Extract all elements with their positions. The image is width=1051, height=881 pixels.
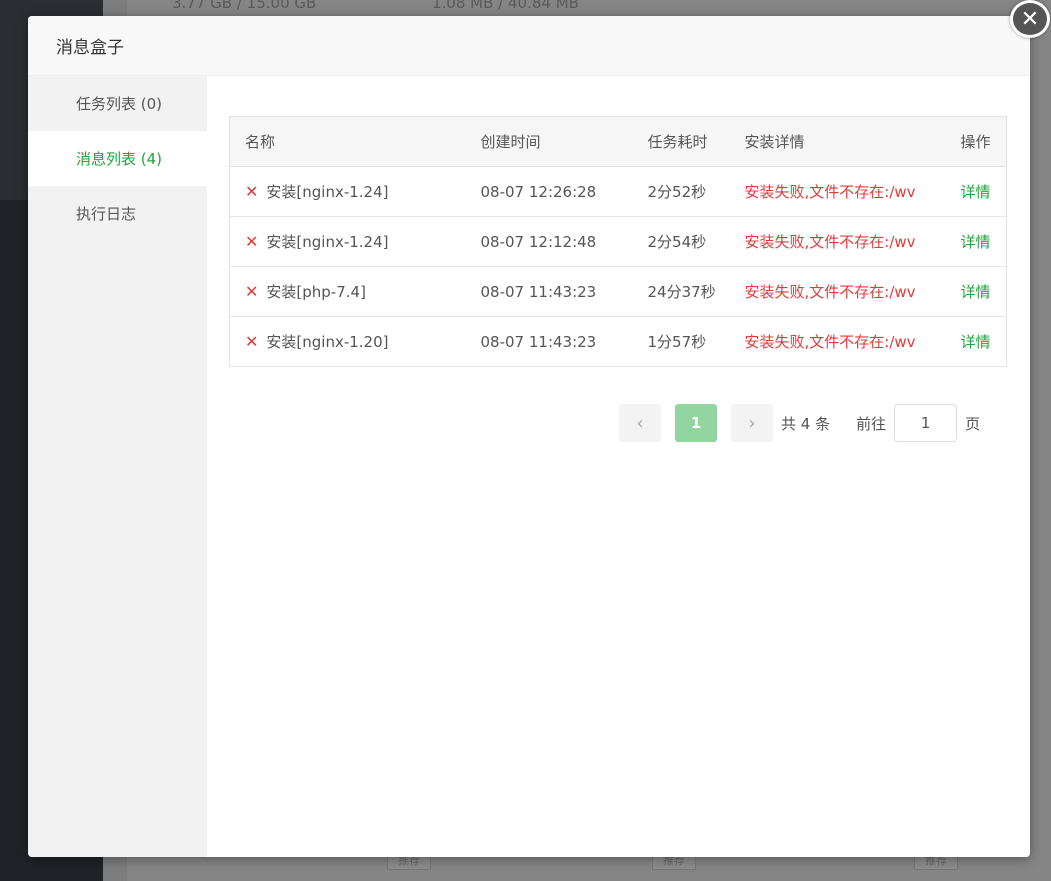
- background-disk-usage: 3.77 GB / 15.00 GB: [172, 0, 317, 12]
- task-name: 安装[nginx-1.24]: [266, 233, 389, 251]
- cell-duration: 24分37秒: [647, 283, 716, 301]
- cell-created-time: 08-07 11:43:23: [480, 332, 597, 351]
- cell-created-time: 08-07 11:43:23: [480, 282, 597, 301]
- cell-detail: 安装失败,文件不存在:/wv: [744, 233, 916, 251]
- column-header-duration: 任务耗时: [632, 116, 730, 167]
- task-name: 安装[php-7.4]: [266, 283, 366, 301]
- modal-title: 消息盒子: [56, 38, 124, 58]
- cell-name: ✕ 安装[php-7.4]: [230, 267, 466, 317]
- total-count: 共 4 条: [781, 414, 831, 433]
- chevron-right-icon: ›: [748, 412, 756, 434]
- page-number-button[interactable]: 1: [675, 404, 717, 442]
- fail-x-icon: ✕: [245, 232, 259, 251]
- menu-item-label: 执行日志: [76, 205, 137, 223]
- table-row: ✕ 安装[nginx-1.20] 08-07 11:43:23 1分57秒 安装失…: [229, 317, 1007, 367]
- cell-detail: 安装失败,文件不存在:/wv: [744, 333, 916, 351]
- detail-link[interactable]: 详情: [946, 317, 1007, 367]
- close-button[interactable]: ✕: [1010, 0, 1050, 38]
- side-menu: 任务列表 (0) 消息列表 (4) 执行日志: [28, 76, 207, 857]
- page-unit-label: 页: [965, 414, 981, 433]
- message-table: 名称 创建时间 任务耗时 安装详情 操作 ✕ 安装[nginx-1.24] 08-…: [229, 116, 1007, 367]
- fail-x-icon: ✕: [245, 282, 259, 301]
- fail-x-icon: ✕: [245, 182, 259, 201]
- cell-detail: 安装失败,文件不存在:/wv: [744, 283, 916, 301]
- column-header-created-time: 创建时间: [465, 116, 633, 167]
- column-header-action: 操作: [945, 116, 1007, 167]
- background-memory-usage: 1.08 MB / 40.84 MB: [432, 0, 579, 12]
- cell-created-time: 08-07 12:26:28: [480, 182, 597, 201]
- table-header-row: 名称 创建时间 任务耗时 安装详情 操作: [229, 116, 1007, 167]
- goto-label: 前往: [856, 414, 887, 433]
- menu-item-label: 任务列表 (0): [76, 95, 163, 113]
- menu-item-label: 消息列表 (4): [76, 150, 163, 168]
- menu-item-exec-log[interactable]: 执行日志: [28, 186, 207, 241]
- pagination: ‹ 1 › 共 4 条 前往 页: [619, 404, 980, 442]
- prev-page-button[interactable]: ‹: [619, 404, 661, 442]
- detail-link[interactable]: 详情: [946, 267, 1007, 317]
- fail-x-icon: ✕: [245, 332, 259, 351]
- next-page-button[interactable]: ›: [731, 404, 773, 442]
- cell-duration: 2分54秒: [647, 233, 707, 251]
- cell-created-time: 08-07 12:12:48: [480, 232, 597, 251]
- task-name: 安装[nginx-1.24]: [266, 183, 389, 201]
- close-icon: ✕: [1020, 6, 1040, 32]
- message-box-modal: 消息盒子 任务列表 (0) 消息列表 (4) 执行日志 名称 创建时间 任务耗时…: [28, 16, 1030, 857]
- detail-link[interactable]: 详情: [946, 217, 1007, 267]
- cell-detail: 安装失败,文件不存在:/wv: [744, 183, 916, 201]
- task-name: 安装[nginx-1.20]: [266, 333, 389, 351]
- menu-item-task-list[interactable]: 任务列表 (0): [28, 76, 207, 131]
- cell-duration: 1分57秒: [647, 333, 707, 351]
- cell-name: ✕ 安装[nginx-1.24]: [230, 167, 466, 217]
- menu-item-message-list[interactable]: 消息列表 (4): [28, 131, 207, 186]
- cell-name: ✕ 安装[nginx-1.20]: [230, 317, 466, 367]
- table-row: ✕ 安装[nginx-1.24] 08-07 12:12:48 2分54秒 安装失…: [229, 217, 1007, 267]
- cell-duration: 2分52秒: [647, 183, 707, 201]
- cell-name: ✕ 安装[nginx-1.24]: [230, 217, 466, 267]
- detail-link[interactable]: 详情: [946, 167, 1007, 217]
- modal-header: 消息盒子: [28, 16, 1030, 76]
- table-row: ✕ 安装[php-7.4] 08-07 11:43:23 24分37秒 安装失败,…: [229, 267, 1007, 317]
- goto-page-input[interactable]: [894, 404, 958, 442]
- message-list-content: 名称 创建时间 任务耗时 安装详情 操作 ✕ 安装[nginx-1.24] 08-…: [207, 76, 1030, 857]
- chevron-left-icon: ‹: [636, 412, 644, 434]
- table-row: ✕ 安装[nginx-1.24] 08-07 12:26:28 2分52秒 安装失…: [229, 167, 1007, 217]
- column-header-detail: 安装详情: [729, 116, 946, 167]
- column-header-name: 名称: [229, 116, 466, 167]
